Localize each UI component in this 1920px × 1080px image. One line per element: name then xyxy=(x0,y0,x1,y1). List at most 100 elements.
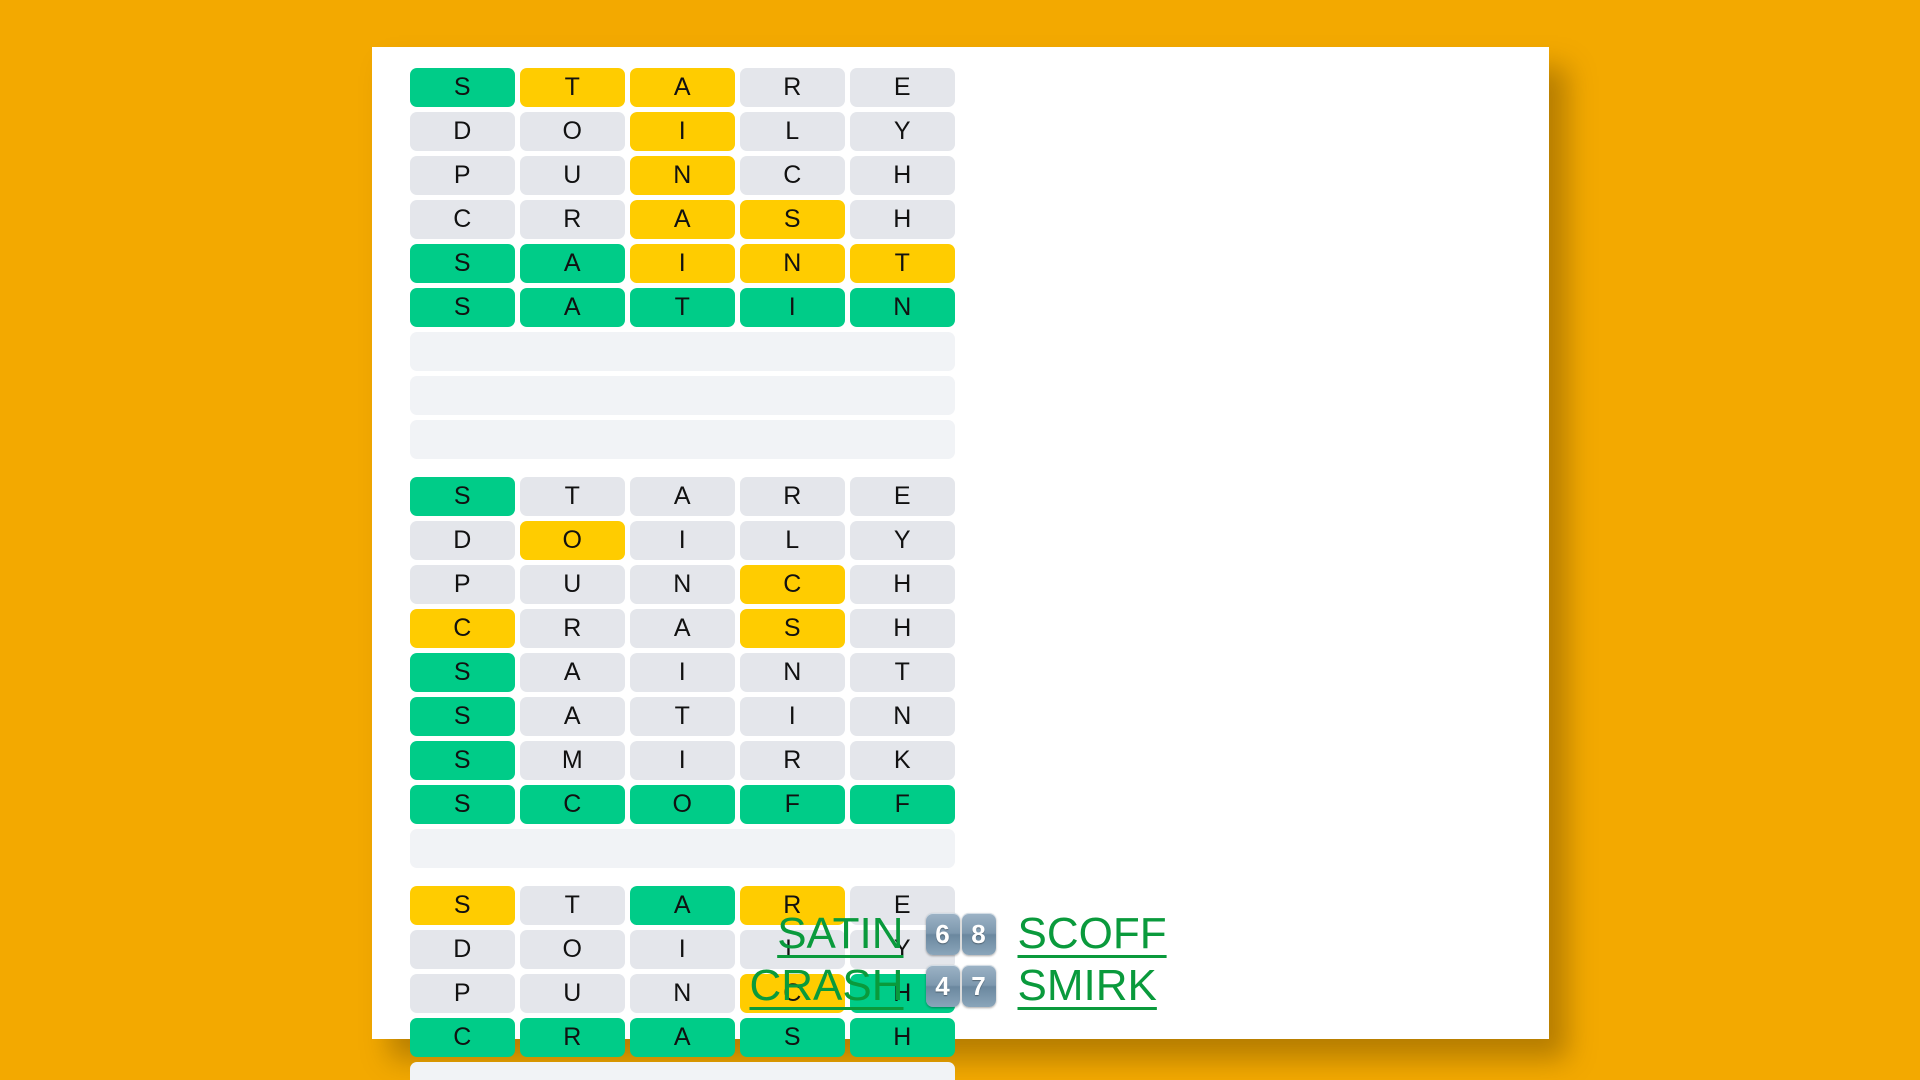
letter-tile: H xyxy=(850,609,955,648)
letter-tile: S xyxy=(410,477,515,516)
letter-tile: F xyxy=(740,785,845,824)
letter-tile: N xyxy=(630,565,735,604)
letter-tile: N xyxy=(850,697,955,736)
answer-word-link[interactable]: CRASH xyxy=(734,961,903,1011)
letter-tile: C xyxy=(740,565,845,604)
empty-row xyxy=(410,420,955,459)
letter-tile: P xyxy=(410,565,515,604)
answer-word-link[interactable]: SCOFF xyxy=(1018,909,1188,959)
guess-count-badge: 7 xyxy=(961,965,996,1007)
guess-row: SATIN xyxy=(410,697,955,736)
guess-count-badge: 6 xyxy=(925,913,960,955)
letter-tile: N xyxy=(740,653,845,692)
letter-tile: D xyxy=(410,521,515,560)
letter-tile: A xyxy=(630,1018,735,1057)
guess-count-badge: 8 xyxy=(961,913,996,955)
answer-word-link[interactable]: SMIRK xyxy=(1018,961,1188,1011)
letter-tile: I xyxy=(740,288,845,327)
guess-count-pair: 68 xyxy=(925,913,996,955)
guess-row: CRASH xyxy=(410,200,955,239)
letter-tile: E xyxy=(850,477,955,516)
empty-tile xyxy=(410,420,955,459)
letter-tile: D xyxy=(410,112,515,151)
answer-line: SATIN 6 8 SCOFF xyxy=(734,909,1188,959)
letter-tile: L xyxy=(740,521,845,560)
quordle-results-card: STAREDOILYPUNCHCRASHSAINTSATINSTAREDOILY… xyxy=(372,47,1549,1080)
letter-tile: S xyxy=(410,741,515,780)
letter-tile: R xyxy=(740,741,845,780)
letter-tile: I xyxy=(740,697,845,736)
grid-rows: STAREDOILYPUNCHCRASHSAINTSATINSMIRKSCOFF xyxy=(410,477,955,868)
guess-row: CRASH xyxy=(410,609,955,648)
letter-tile: F xyxy=(850,785,955,824)
empty-row xyxy=(410,1062,955,1080)
letter-tile: C xyxy=(410,1018,515,1057)
empty-tile xyxy=(410,376,955,415)
quordle-grid-top-right: STAREDOILYPUNCHCRASHSAINTSATINSMIRKSCOFF xyxy=(410,477,955,868)
letter-tile: R xyxy=(740,68,845,107)
letter-tile: H xyxy=(850,1018,955,1057)
letter-tile: I xyxy=(630,521,735,560)
letter-tile: H xyxy=(850,156,955,195)
grid-rows: STAREDOILYPUNCHCRASHSAINTSATIN xyxy=(410,68,955,459)
letter-tile: O xyxy=(520,112,625,151)
letter-tile: S xyxy=(740,609,845,648)
letter-tile: N xyxy=(630,156,735,195)
letter-tile: R xyxy=(520,609,625,648)
letter-tile: A xyxy=(630,200,735,239)
letter-tile: R xyxy=(520,1018,625,1057)
empty-row xyxy=(410,376,955,415)
letter-tile: K xyxy=(850,741,955,780)
letter-tile: H xyxy=(850,565,955,604)
guess-row: SCOFF xyxy=(410,785,955,824)
letter-tile: S xyxy=(740,200,845,239)
guess-row: CRASH xyxy=(410,1018,955,1057)
guess-row: SAINT xyxy=(410,653,955,692)
letter-tile: S xyxy=(410,288,515,327)
letter-tile: S xyxy=(410,653,515,692)
guess-row: SMIRK xyxy=(410,741,955,780)
letter-tile: R xyxy=(520,200,625,239)
letter-tile: O xyxy=(630,785,735,824)
letter-tile: S xyxy=(410,785,515,824)
empty-row xyxy=(410,829,955,868)
letter-tile: U xyxy=(520,156,625,195)
letter-tile: I xyxy=(630,653,735,692)
letter-tile: C xyxy=(410,609,515,648)
guess-row: DOILY xyxy=(410,112,955,151)
letter-tile: U xyxy=(520,565,625,604)
letter-tile: A xyxy=(520,244,625,283)
empty-tile xyxy=(410,829,955,868)
letter-tile: L xyxy=(740,112,845,151)
letter-tile: A xyxy=(520,288,625,327)
letter-tile: C xyxy=(520,785,625,824)
letter-tile: N xyxy=(850,288,955,327)
letter-tile: S xyxy=(740,1018,845,1057)
letter-tile: T xyxy=(520,477,625,516)
guess-count-pair: 47 xyxy=(925,965,996,1007)
letter-tile: A xyxy=(630,68,735,107)
letter-tile: O xyxy=(520,521,625,560)
letter-tile: A xyxy=(630,477,735,516)
letter-tile: R xyxy=(740,477,845,516)
guess-row: STARE xyxy=(410,477,955,516)
letter-tile: C xyxy=(410,200,515,239)
empty-row xyxy=(410,332,955,371)
letter-tile: S xyxy=(410,244,515,283)
empty-tile xyxy=(410,1062,955,1080)
letter-tile: S xyxy=(410,68,515,107)
letter-tile: E xyxy=(850,68,955,107)
letter-tile: A xyxy=(520,697,625,736)
letter-tile: A xyxy=(520,653,625,692)
answers-footer: SATIN 6 8 SCOFF CRASH 4 7 SMIRK xyxy=(372,909,1549,1011)
answer-word-link[interactable]: SATIN xyxy=(734,909,903,959)
letter-tile: T xyxy=(850,244,955,283)
letter-tile: Y xyxy=(850,112,955,151)
guess-row: PUNCH xyxy=(410,156,955,195)
letter-tile: T xyxy=(630,697,735,736)
letter-tile: Y xyxy=(850,521,955,560)
empty-tile xyxy=(410,332,955,371)
letter-tile: I xyxy=(630,244,735,283)
guess-count-badge: 4 xyxy=(925,965,960,1007)
letter-tile: C xyxy=(740,156,845,195)
